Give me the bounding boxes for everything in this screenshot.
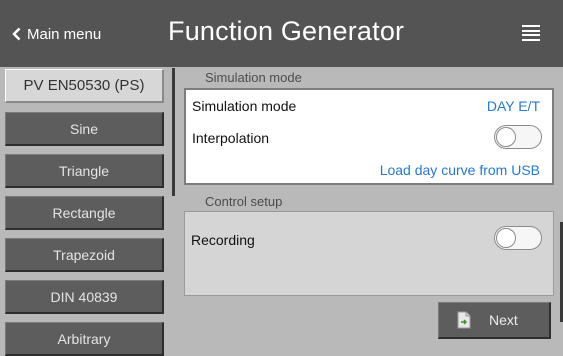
main-menu-label: Main menu bbox=[27, 25, 102, 43]
control-section-title: Control setup bbox=[205, 194, 283, 209]
sidebar-item-triangle[interactable]: Triangle bbox=[5, 154, 164, 188]
chevron-left-icon bbox=[12, 27, 21, 41]
sidebar-item-rectangle[interactable]: Rectangle bbox=[5, 196, 164, 230]
hamburger-icon[interactable] bbox=[522, 25, 540, 41]
page-title: Function Generator bbox=[168, 16, 405, 46]
toggle-knob bbox=[496, 127, 516, 147]
document-next-icon bbox=[457, 311, 471, 329]
function-list: PV EN50530 (PS) Sine Triangle Rectangle … bbox=[0, 67, 175, 356]
simulation-panel: Simulation mode DAY E/T Interpolation Lo… bbox=[184, 88, 554, 185]
interpolation-label: Interpolation bbox=[192, 130, 270, 146]
sidebar-item-din-40839[interactable]: DIN 40839 bbox=[5, 280, 164, 314]
recording-toggle[interactable] bbox=[494, 226, 542, 250]
recording-label: Recording bbox=[191, 232, 255, 248]
sidebar-item-pv-en50530[interactable]: PV EN50530 (PS) bbox=[5, 69, 164, 103]
next-button[interactable]: Next bbox=[438, 302, 551, 339]
main-menu-button[interactable]: Main menu bbox=[12, 22, 101, 46]
simulation-mode-value[interactable]: DAY E/T bbox=[487, 98, 540, 114]
interpolation-toggle[interactable] bbox=[494, 125, 542, 149]
title-bar: Main menu Function Generator bbox=[0, 0, 563, 67]
sidebar-item-arbitrary[interactable]: Arbitrary bbox=[5, 322, 164, 356]
sidebar-scrollbar[interactable] bbox=[172, 68, 175, 196]
sidebar-item-sine[interactable]: Sine bbox=[5, 112, 164, 146]
load-day-curve-link[interactable]: Load day curve from USB bbox=[380, 162, 540, 178]
next-label: Next bbox=[489, 312, 518, 328]
control-panel: Recording bbox=[184, 211, 554, 296]
simulation-section-title: Simulation mode bbox=[205, 70, 302, 85]
simulation-mode-label: Simulation mode bbox=[192, 98, 297, 114]
sidebar-item-trapezoid[interactable]: Trapezoid bbox=[5, 238, 164, 272]
toggle-knob bbox=[496, 228, 516, 248]
